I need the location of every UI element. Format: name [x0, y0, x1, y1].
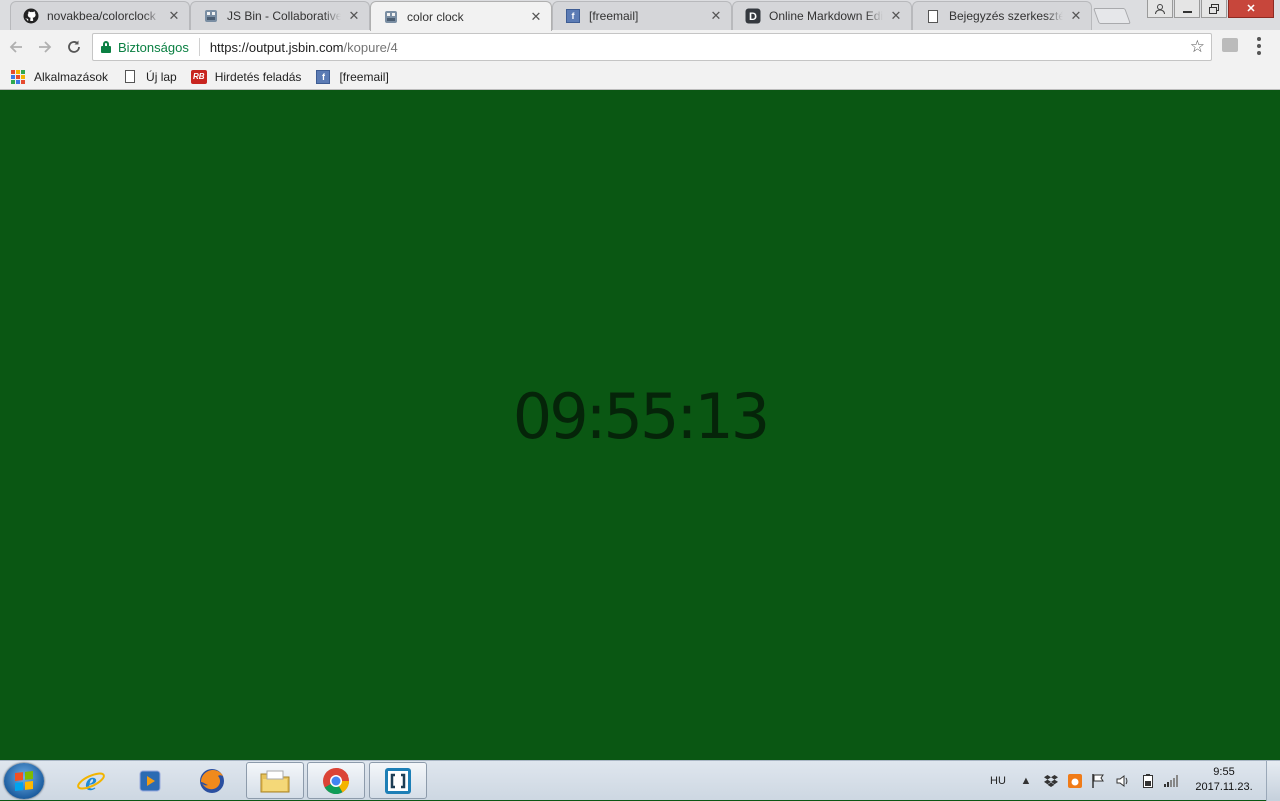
- address-bar[interactable]: Biztonságos https://output.jsbin.com/kop…: [92, 33, 1212, 61]
- tab-title: color clock: [407, 9, 464, 24]
- tab-title: novakbea/colorclock: [47, 9, 156, 23]
- tab-freemail[interactable]: f [freemail] ✕: [552, 1, 732, 30]
- bookmark-label: Hirdetés feladás: [214, 69, 302, 84]
- tab-jsbin-collaborative[interactable]: JS Bin - Collaborative J ✕: [190, 1, 370, 30]
- tab-strip: novakbea/colorclock ✕ JS Bin - Collabora…: [0, 0, 1280, 31]
- browser-toolbar: Biztonságos https://output.jsbin.com/kop…: [0, 30, 1280, 64]
- bookmark-freemail[interactable]: f [freemail]: [315, 69, 389, 85]
- close-icon[interactable]: ✕: [709, 9, 723, 23]
- tab-title: Bejegyzés szerkesztés: [949, 9, 1063, 23]
- document-icon: [122, 69, 138, 85]
- system-date: 2017.11.23.: [1195, 781, 1253, 793]
- tab-title: JS Bin - Collaborative J: [227, 9, 341, 23]
- rb-icon: RB: [190, 69, 207, 85]
- url-text: https://output.jsbin.com/kopure/4: [210, 40, 398, 55]
- brackets-icon[interactable]: [369, 762, 427, 799]
- new-tab-button[interactable]: [1093, 8, 1131, 24]
- tab-bejegyzes-szerkesztes[interactable]: Bejegyzés szerkesztés ✕: [912, 1, 1092, 30]
- bookmark-hirdetes-feladas[interactable]: RB Hirdetés feladás: [190, 69, 302, 85]
- bookmark-apps[interactable]: Alkalmazások: [10, 69, 108, 85]
- close-icon[interactable]: ✕: [529, 9, 543, 24]
- tab-title: [freemail]: [589, 9, 639, 23]
- firefox-icon[interactable]: [183, 762, 241, 799]
- battery-icon[interactable]: [1141, 774, 1155, 788]
- url-path: /kopure/4: [343, 39, 398, 55]
- windows-logo-icon: [15, 771, 33, 791]
- system-time: 9:55: [1213, 766, 1235, 778]
- extension-icon[interactable]: [1222, 38, 1238, 52]
- freemail-icon: f: [565, 8, 581, 24]
- apps-grid-icon: [10, 69, 26, 85]
- svg-text:D: D: [749, 11, 757, 23]
- dillinger-icon: D: [745, 8, 761, 24]
- close-icon[interactable]: ✕: [347, 9, 361, 23]
- show-desktop-button[interactable]: [1266, 761, 1280, 801]
- close-window-button[interactable]: ✕: [1228, 0, 1274, 18]
- close-icon[interactable]: ✕: [1069, 9, 1083, 23]
- network-signal-icon[interactable]: [1164, 774, 1178, 788]
- bookmark-label: Új lap: [146, 69, 177, 84]
- url-host: https://output.jsbin.com: [209, 39, 344, 55]
- media-player-icon[interactable]: [122, 762, 180, 799]
- system-clock[interactable]: 9:55 2017.11.23.: [1190, 765, 1258, 795]
- jsbin-icon: [383, 9, 399, 25]
- window-controls: ✕: [1146, 0, 1274, 18]
- tab-online-markdown-editor[interactable]: D Online Markdown Edit ✕: [732, 1, 912, 30]
- lock-icon: [101, 41, 111, 53]
- taskbar: e HU ▲ 9:55 2017.11.23.: [0, 760, 1280, 801]
- clock-display: 09:55:13: [512, 380, 770, 453]
- github-icon: [23, 8, 39, 24]
- bookmark-new-tab[interactable]: Új lap: [122, 69, 177, 85]
- bookmarks-bar: Alkalmazások Új lap RB Hirdetés feladás …: [0, 64, 1280, 90]
- bookmark-label: [freemail]: [339, 69, 389, 84]
- tab-color-clock[interactable]: color clock ✕: [370, 1, 552, 31]
- freemail-icon: f: [315, 69, 331, 85]
- language-indicator[interactable]: HU: [990, 761, 1006, 801]
- chrome-icon[interactable]: [307, 762, 365, 799]
- action-center-flag-icon[interactable]: [1091, 774, 1105, 788]
- close-icon[interactable]: ✕: [167, 9, 181, 23]
- reload-button[interactable]: [61, 34, 87, 60]
- menu-icon[interactable]: [1256, 37, 1262, 55]
- page-viewport: 09:55:13: [0, 90, 1280, 760]
- dropbox-icon[interactable]: [1044, 774, 1058, 788]
- jsbin-icon: [203, 8, 219, 24]
- security-indicator[interactable]: Biztonságos: [93, 40, 189, 55]
- divider: [198, 38, 200, 56]
- show-hidden-icons-icon[interactable]: ▲: [1019, 774, 1033, 788]
- secure-label: Biztonságos: [118, 39, 189, 55]
- forward-button[interactable]: [32, 34, 58, 60]
- minimize-button[interactable]: [1174, 0, 1200, 18]
- tab-novakbea-colorclock[interactable]: novakbea/colorclock ✕: [10, 1, 190, 30]
- document-icon: [925, 8, 941, 24]
- back-button[interactable]: [3, 34, 29, 60]
- start-button[interactable]: [4, 763, 44, 799]
- restore-button[interactable]: [1201, 0, 1227, 18]
- internet-explorer-icon[interactable]: e: [62, 762, 120, 799]
- file-explorer-icon[interactable]: [246, 762, 304, 799]
- bookmark-label: Alkalmazások: [34, 69, 109, 84]
- profile-icon[interactable]: [1147, 0, 1173, 18]
- tab-title: Online Markdown Edit: [769, 9, 883, 23]
- avast-icon[interactable]: [1068, 774, 1082, 788]
- close-icon[interactable]: ✕: [889, 9, 903, 23]
- svg-text:e: e: [85, 767, 97, 796]
- volume-icon[interactable]: [1116, 774, 1130, 788]
- bookmark-star-icon[interactable]: ☆: [1190, 37, 1205, 57]
